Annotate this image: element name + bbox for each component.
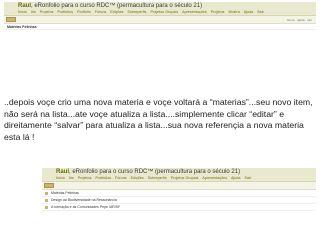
list-item[interactable]: A formação e as Comunidades Pepe IAR/SF xyxy=(42,204,316,211)
top-menu-item[interactable]: Portfolios xyxy=(58,10,74,14)
list-item-label[interactable]: A formação e as Comunidades Pepe IAR/SF xyxy=(51,205,120,209)
top-app-header: Raul, eRonfolio para o curso RDC™ (perma… xyxy=(4,2,316,16)
bottom-sub-bar xyxy=(42,182,316,190)
bottom-menu-bar: Ínicio Iris Projetos Portfolios Fóruns Ediçõe… xyxy=(56,176,255,180)
top-menu-item[interactable]: Edições xyxy=(110,10,123,14)
bottom-menu-item[interactable]: Portfolios xyxy=(96,176,112,180)
top-menu-item[interactable]: Ínicio xyxy=(18,10,27,14)
top-menu-item[interactable]: Mostra xyxy=(228,10,239,14)
top-menu-item[interactable]: Iris xyxy=(31,10,36,14)
bottom-menu-item[interactable]: Ínicio xyxy=(56,176,65,180)
bottom-menu-item[interactable]: Projetos Grupais xyxy=(171,176,199,180)
list-item[interactable]: Design da Biodiversidade na Ressonância xyxy=(42,197,316,204)
bottom-menu-item[interactable]: Apresentações xyxy=(202,176,227,180)
bottom-menu-item[interactable]: Projetos xyxy=(78,176,92,180)
top-menu-item[interactable]: Sair xyxy=(257,10,264,14)
bottom-menu-item[interactable]: Iris xyxy=(69,176,74,180)
top-menu-item[interactable]: Sobreperfis xyxy=(128,10,147,14)
top-menu-item[interactable]: Ajuda xyxy=(244,10,253,14)
top-screenshot: Raul, eRonfolio para o curso RDC™ (perma… xyxy=(4,2,316,88)
top-list-row[interactable]: Matérias Pelinhas xyxy=(4,24,316,30)
bottom-menu-item[interactable]: Fóruns xyxy=(115,176,127,180)
bullet-icon xyxy=(45,206,48,209)
top-selected-item[interactable]: Matérias Pelinhas xyxy=(7,25,37,29)
top-menu-item[interactable]: Apresentações xyxy=(182,10,207,14)
bottom-app-header: Raul, eRonfolio para o curso RDC™ (perma… xyxy=(42,168,316,182)
bottom-menu-item[interactable]: Ajuda xyxy=(231,176,240,180)
top-app-title: Raul, eRonfolio para o curso RDC™ (perma… xyxy=(18,3,203,9)
list-item[interactable]: Matérias Pelinhas xyxy=(42,190,316,197)
list-item-label[interactable]: Design da Biodiversidade na Ressonância xyxy=(51,198,117,202)
top-sub-bar: home · ajuda · sair xyxy=(4,16,316,24)
top-menu-item[interactable]: Fóruns xyxy=(95,10,107,14)
top-menu-item[interactable]: Portfolio xyxy=(77,10,91,14)
bottom-menu-item[interactable]: Sobreperfis xyxy=(148,176,167,180)
bottom-menu-item[interactable]: Edições xyxy=(131,176,144,180)
bullet-icon xyxy=(45,199,48,202)
bottom-menu-item[interactable]: Sair xyxy=(245,176,252,180)
tutorial-caption: ..depois voçe crio uma nova materia e vo… xyxy=(4,97,313,143)
bullet-icon xyxy=(45,192,48,195)
top-menu-item[interactable]: Projetos xyxy=(40,10,54,14)
top-menu-bar: Ínicio Iris Projetos Portfolios Portfolio Fór… xyxy=(18,10,268,14)
top-menu-item[interactable]: Projetos Grupais xyxy=(151,10,179,14)
bottom-app-title: Raul, eRonfolio para o curso RDC™ (perma… xyxy=(56,169,241,175)
top-subbar-links: home · ajuda · sair xyxy=(286,18,312,22)
bottom-screenshot: Raul, eRonfolio para o curso RDC™ (perma… xyxy=(42,168,316,238)
list-item-label[interactable]: Matérias Pelinhas xyxy=(51,191,79,195)
top-menu-item[interactable]: Projetos xyxy=(211,10,225,14)
site-logo-icon xyxy=(44,183,54,188)
site-logo-icon xyxy=(6,17,16,22)
